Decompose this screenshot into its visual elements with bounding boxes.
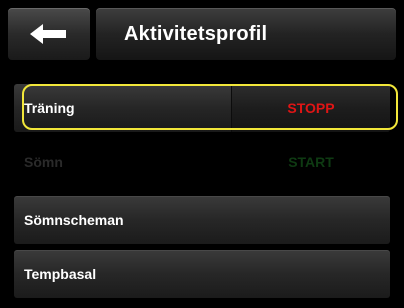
activity-profile-screen: Aktivitetsprofil Träning STOPP Sömn STAR…: [0, 0, 404, 308]
list-item-label: Tempbasal: [24, 266, 97, 282]
list-item-label: Sömn: [24, 154, 63, 170]
list-item-somnscheman[interactable]: Sömnscheman: [14, 196, 390, 244]
page-title: Aktivitetsprofil: [96, 8, 396, 60]
list-item-label: Sömnscheman: [24, 212, 124, 228]
list-item-traning[interactable]: Träning STOPP: [14, 84, 390, 132]
start-button: START: [288, 154, 334, 170]
stop-button[interactable]: STOPP: [231, 84, 390, 132]
list-item-label: Träning: [24, 100, 75, 116]
back-button[interactable]: [8, 8, 90, 60]
header-bar: Aktivitetsprofil: [0, 0, 404, 66]
list-item-tempbasal[interactable]: Tempbasal: [14, 250, 390, 298]
list-item-somn: Sömn START: [14, 138, 390, 186]
